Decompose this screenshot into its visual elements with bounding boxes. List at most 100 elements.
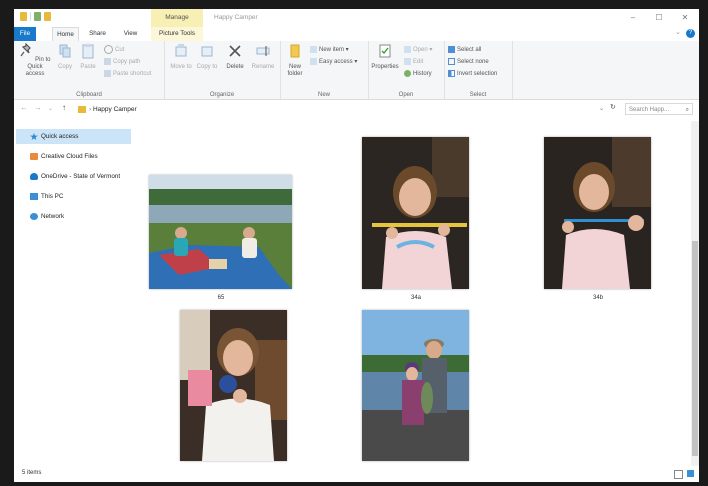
new-folder-button[interactable]: New folder	[284, 43, 306, 78]
new-item-button[interactable]: New item ▾	[310, 45, 349, 55]
refresh-icon[interactable]: ↻	[610, 103, 616, 111]
nav-item-creative-cloud[interactable]: Creative Cloud Files	[16, 149, 131, 164]
window-title: Happy Camper	[214, 14, 258, 21]
folder-icon	[20, 12, 27, 21]
paste-button[interactable]: Paste	[78, 43, 98, 71]
copy-path-button[interactable]: Copy path	[104, 57, 140, 67]
forward-arrow-icon[interactable]: →	[34, 103, 42, 112]
file-name[interactable]: 34b	[568, 295, 628, 301]
invert-selection-icon	[448, 69, 455, 77]
paste-shortcut-button[interactable]: Paste shortcut	[104, 69, 151, 79]
pin-label: Pin to Quick access	[25, 57, 51, 77]
file-name[interactable]: 65	[191, 295, 251, 301]
copy-to-button[interactable]: Copy to	[196, 43, 218, 71]
chevron-down-icon[interactable]	[54, 14, 59, 19]
breadcrumb[interactable]: Happy Camper	[93, 106, 137, 113]
tab-file[interactable]: File	[14, 27, 36, 41]
back-arrow-icon[interactable]: ←	[20, 103, 28, 112]
open-icon	[404, 45, 411, 53]
maximize-button[interactable]: ☐	[652, 11, 666, 25]
large-icons-view-icon[interactable]	[687, 470, 694, 477]
rename-label: Rename	[251, 64, 275, 70]
vertical-scrollbar[interactable]	[691, 121, 699, 466]
open-group: Properties Open ▾ Edit History Open	[368, 41, 445, 99]
easy-access-button[interactable]: Easy access ▾	[310, 57, 357, 67]
delete-button[interactable]: Delete	[224, 43, 246, 71]
open-button[interactable]: Open ▾	[404, 45, 432, 55]
folder-icon	[78, 105, 86, 113]
title-bar: Manage Happy Camper – ☐ ✕	[14, 9, 699, 27]
properties-icon[interactable]	[34, 12, 41, 21]
breadcrumb-separator: ›	[89, 106, 92, 113]
search-input[interactable]: Search Happ... ⌕	[625, 103, 693, 115]
tab-view[interactable]: View	[118, 27, 143, 41]
scissors-icon	[104, 45, 113, 54]
easy-access-label: Easy access	[319, 59, 353, 65]
chevron-down-icon[interactable]: ⌄	[48, 105, 53, 112]
new-item-icon	[310, 45, 317, 53]
new-group-label: New	[317, 92, 330, 98]
select-group: Select all Select none Invert selection …	[444, 41, 513, 99]
move-to-button[interactable]: Move to	[170, 43, 192, 71]
photo-girl-yarn-image	[362, 137, 469, 289]
properties-button[interactable]: Properties	[370, 43, 400, 71]
file-thumbnail[interactable]	[149, 175, 292, 289]
photo-fishing-image	[362, 310, 469, 461]
copy-to-icon	[201, 46, 213, 57]
file-thumbnail[interactable]	[362, 310, 469, 461]
network-icon	[30, 213, 38, 220]
select-none-button[interactable]: Select none	[448, 57, 489, 67]
address-bar[interactable]: › Happy Camper	[77, 103, 609, 117]
new-folder-icon	[290, 44, 300, 58]
edit-button[interactable]: Edit	[404, 57, 423, 67]
chevron-down-icon[interactable]: ⌄	[599, 105, 604, 112]
nav-label: This PC	[41, 193, 64, 200]
copy-to-label: Copy to	[196, 64, 218, 70]
edit-icon	[404, 57, 411, 65]
new-folder-label: New folder	[287, 64, 303, 77]
chevron-down-icon[interactable]: ⌄	[675, 28, 681, 36]
select-all-button[interactable]: Select all	[448, 45, 481, 55]
rename-button[interactable]: Rename	[250, 43, 276, 71]
copy-button[interactable]: Copy	[56, 43, 74, 71]
select-group-label: Select	[469, 92, 487, 98]
tab-home[interactable]: Home	[52, 27, 79, 42]
tab-share[interactable]: Share	[85, 27, 110, 41]
file-thumbnail[interactable]	[180, 310, 287, 461]
minimize-button[interactable]: –	[626, 11, 640, 25]
nav-item-onedrive[interactable]: OneDrive - State of Vermont	[16, 169, 131, 184]
details-view-icon[interactable]	[674, 470, 683, 479]
explorer-window: Manage Happy Camper – ☐ ✕ File Home Shar…	[14, 9, 699, 482]
select-none-label: Select none	[457, 59, 489, 65]
delete-label: Delete	[226, 64, 244, 70]
star-icon	[30, 133, 38, 140]
new-folder-icon[interactable]	[44, 12, 51, 21]
scrollbar-thumb[interactable]	[692, 241, 698, 456]
close-button[interactable]: ✕	[678, 11, 692, 25]
nav-item-this-pc[interactable]: This PC	[16, 189, 131, 204]
move-to-icon	[175, 44, 187, 57]
file-thumbnail[interactable]	[362, 137, 469, 289]
nav-item-quick-access[interactable]: Quick access	[16, 129, 131, 144]
nav-label: Creative Cloud Files	[41, 153, 98, 160]
file-thumbnail[interactable]	[544, 137, 651, 289]
properties-label: Properties	[371, 64, 399, 70]
history-button[interactable]: History	[404, 69, 432, 79]
invert-selection-button[interactable]: Invert selection	[448, 69, 497, 79]
search-placeholder: Search Happ...	[629, 107, 670, 113]
move-to-label: Move to	[170, 64, 192, 70]
pin-quick-access-button[interactable]: Pin to Quick access	[18, 42, 52, 78]
paste-label: Paste	[80, 64, 96, 70]
paste-icon	[82, 44, 94, 59]
tab-picture-tools[interactable]: Picture Tools	[151, 27, 203, 41]
cut-button[interactable]: Cut	[104, 45, 124, 55]
computer-icon	[30, 193, 38, 200]
nav-item-network[interactable]: Network	[16, 209, 131, 224]
invert-selection-label: Invert selection	[457, 71, 498, 77]
manage-context-tab[interactable]: Manage	[151, 9, 203, 27]
rename-icon	[256, 46, 270, 56]
help-icon[interactable]: ?	[686, 29, 695, 38]
file-name[interactable]: 34a	[386, 295, 446, 301]
clipboard-group-label: Clipboard	[76, 92, 102, 98]
up-arrow-icon[interactable]: ↑	[62, 103, 66, 112]
